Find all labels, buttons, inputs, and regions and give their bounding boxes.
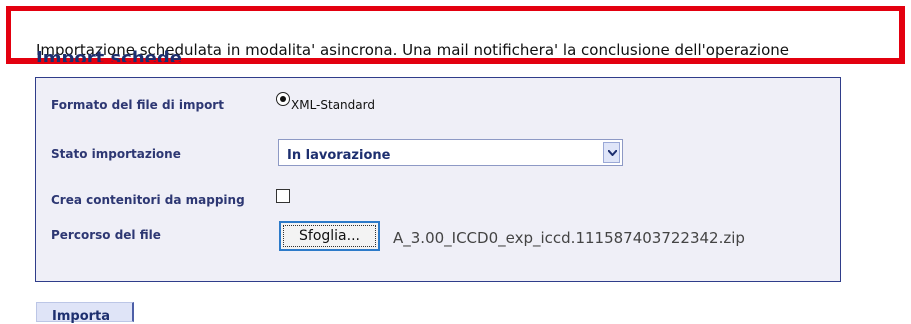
file-path-label: Percorso del file (51, 228, 161, 242)
status-label: Stato importazione (51, 147, 181, 161)
status-selected-value: In lavorazione (287, 148, 391, 163)
chevron-down-icon[interactable] (603, 142, 620, 163)
browse-button-label: Sfoglia... (283, 225, 376, 247)
import-button[interactable]: Importa (36, 302, 134, 324)
browse-button[interactable]: Sfoglia... (279, 221, 380, 251)
format-label: Formato del file di import (51, 98, 224, 112)
page-title: Import schede (36, 50, 182, 62)
status-select[interactable]: In lavorazione (278, 139, 623, 166)
create-containers-checkbox[interactable] (276, 189, 290, 203)
xml-standard-label: XML-Standard (291, 98, 375, 112)
containers-label: Crea contenitori da mapping (51, 193, 245, 207)
xml-standard-radio[interactable] (276, 92, 290, 106)
selected-file-name: A_3.00_ICCD0_exp_iccd.111587403722342.zi… (393, 229, 745, 247)
